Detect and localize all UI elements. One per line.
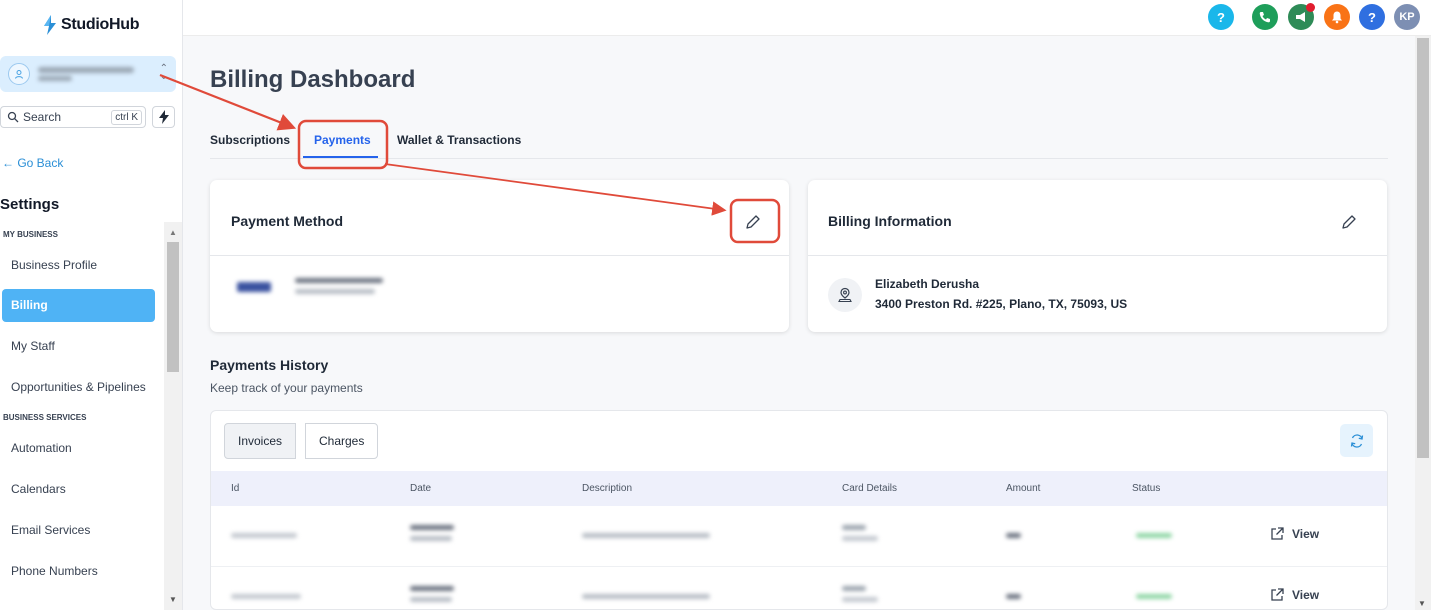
refresh-button[interactable]: [1340, 424, 1373, 457]
settings-nav: MY BUSINESS Business Profile Billing My …: [0, 222, 164, 595]
notification-dot: [1306, 3, 1315, 12]
row-status-blurred: [1136, 594, 1172, 599]
external-link-icon: [1271, 588, 1284, 601]
row-description-blurred: [582, 594, 710, 599]
row-date-blurred: [410, 586, 454, 602]
row-amount-blurred: [1006, 594, 1021, 599]
page-title: Billing Dashboard: [210, 66, 416, 93]
row-description-blurred: [582, 533, 710, 538]
user-circle-icon: [8, 63, 30, 85]
billing-address: 3400 Preston Rd. #225, Plano, TX, 75093,…: [875, 297, 1128, 311]
view-label: View: [1292, 588, 1320, 602]
column-header-date: Date: [410, 483, 432, 494]
column-header-description: Description: [582, 483, 633, 494]
app-logo[interactable]: StudioHub: [42, 14, 139, 36]
edit-pencil-icon[interactable]: [744, 213, 762, 231]
row-amount-blurred: [1006, 533, 1021, 538]
view-link[interactable]: View: [1269, 526, 1319, 542]
sidebar-item-billing[interactable]: Billing: [2, 289, 155, 322]
scroll-up-icon[interactable]: ▲: [169, 228, 177, 237]
sidebar-scroll-thumb[interactable]: [167, 242, 179, 372]
main-scrollbar[interactable]: ▼: [1415, 36, 1431, 610]
refresh-icon: [1350, 433, 1363, 448]
column-header-card-details: Card Details: [842, 483, 898, 494]
payments-history-subtitle: Keep track of your payments: [210, 381, 363, 395]
card-brand-logo: [237, 282, 271, 292]
tab-payments[interactable]: Payments: [314, 133, 371, 147]
row-id-blurred: [231, 533, 297, 538]
sidebar-item-phone-numbers[interactable]: Phone Numbers: [0, 554, 164, 595]
column-header-status: Status: [1132, 483, 1161, 494]
phone-icon[interactable]: [1252, 4, 1278, 30]
user-avatar[interactable]: KP: [1394, 4, 1420, 30]
search-shortcut: ctrl K: [111, 110, 142, 125]
row-id-blurred: [231, 594, 301, 599]
column-header-id: Id: [231, 483, 240, 494]
billing-tabs: Subscriptions Payments Wallet & Transact…: [210, 122, 1388, 159]
go-back-link[interactable]: ← Go Back: [2, 156, 63, 170]
external-link-icon: [1271, 527, 1284, 540]
app-name: StudioHub: [61, 16, 140, 33]
billing-information-header: Billing Information: [808, 180, 1387, 256]
main-scroll-thumb[interactable]: [1417, 38, 1429, 458]
view-label: View: [1292, 527, 1320, 541]
payment-method-header: Payment Method: [210, 180, 789, 256]
sidebar-item-my-staff[interactable]: My Staff: [0, 329, 164, 370]
row-status-blurred: [1136, 533, 1172, 538]
search-icon: [7, 111, 19, 123]
column-header-amount: Amount: [1006, 483, 1041, 494]
top-bar: ? ? KP: [183, 0, 1431, 36]
scroll-down-icon[interactable]: ▼: [169, 595, 177, 604]
payment-method-card: Payment Method: [210, 180, 789, 332]
view-link[interactable]: View: [1269, 587, 1319, 603]
lightning-icon: [158, 110, 169, 124]
logo-icon: [44, 15, 56, 35]
table-header: Id Date Description Card Details Amount …: [211, 471, 1387, 506]
megaphone-icon[interactable]: [1288, 3, 1315, 30]
row-card-blurred: [842, 586, 878, 602]
nav-section-business-services: BUSINESS SERVICES: [3, 413, 87, 422]
search-label: Search: [23, 110, 62, 124]
billing-information-title: Billing Information: [828, 213, 952, 229]
location-pin-icon: [828, 278, 862, 312]
bell-icon[interactable]: [1324, 4, 1350, 30]
search-input[interactable]: Search ctrl K: [0, 106, 146, 128]
sidebar-item-business-profile[interactable]: Business Profile: [0, 248, 164, 289]
help-circle-icon[interactable]: ?: [1359, 4, 1385, 30]
tab-wallet-transactions[interactable]: Wallet & Transactions: [397, 133, 521, 147]
account-switcher[interactable]: ⌃ ⌄: [0, 56, 176, 92]
invoices-toggle[interactable]: Invoices: [224, 423, 297, 459]
billing-name: Elizabeth Derusha: [875, 277, 980, 291]
tab-subscriptions[interactable]: Subscriptions: [210, 133, 290, 147]
quick-action-button[interactable]: [152, 106, 175, 128]
nav-section-my-business: MY BUSINESS: [3, 230, 58, 239]
settings-title: Settings: [0, 196, 60, 213]
payment-method-title: Payment Method: [231, 213, 344, 229]
sidebar-item-automation[interactable]: Automation: [0, 431, 164, 472]
billing-information-card: Billing Information Elizabeth Derusha 34…: [808, 180, 1387, 332]
table-row: View: [211, 506, 1387, 567]
scroll-down-icon[interactable]: ▼: [1418, 599, 1426, 608]
sidebar-item-email-services[interactable]: Email Services: [0, 513, 164, 554]
payments-history-title: Payments History: [210, 357, 329, 373]
row-card-blurred: [842, 525, 878, 541]
account-name-blurred: [38, 67, 134, 81]
payments-history-table: Invoices Charges Id Date Description Car…: [210, 410, 1388, 610]
card-details-blurred: [295, 278, 383, 294]
chevron-updown-icon: ⌃ ⌄: [159, 63, 168, 82]
sidebar-item-calendars[interactable]: Calendars: [0, 472, 164, 513]
sidebar-scrollbar[interactable]: ▲ ▼: [164, 222, 182, 610]
help-icon[interactable]: ?: [1208, 4, 1234, 30]
charges-toggle[interactable]: Charges: [305, 423, 379, 459]
active-tab-indicator: [303, 156, 378, 158]
edit-pencil-icon[interactable]: [1340, 213, 1358, 231]
table-row: View: [211, 567, 1387, 609]
sidebar: StudioHub ⌃ ⌄ Search ctrl K ← Go Back Set…: [0, 0, 183, 610]
row-date-blurred: [410, 525, 454, 541]
